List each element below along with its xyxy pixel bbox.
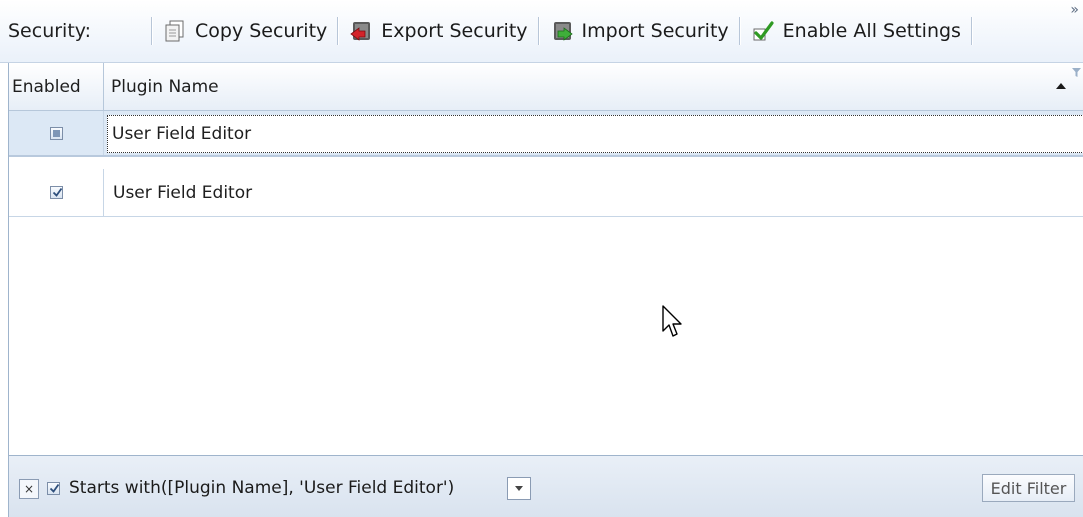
edit-filter-button[interactable]: Edit Filter [982, 474, 1075, 502]
enable-all-settings-button[interactable]: Enable All Settings [747, 15, 965, 47]
toolbar-separator [151, 17, 153, 45]
mouse-cursor-icon [662, 305, 682, 337]
chevron-down-icon [515, 486, 523, 491]
toolbar-separator [738, 17, 741, 45]
sort-ascending-icon [1056, 83, 1066, 89]
plugin-grid: Enabled Plugin Name User Field Editor Us… [8, 63, 1083, 455]
export-security-button[interactable]: Export Security [345, 15, 531, 47]
toolbar-separator [337, 17, 340, 45]
filter-enabled-cell[interactable] [9, 111, 104, 155]
copy-security-label: Copy Security [195, 20, 328, 42]
filter-plugin-name-input[interactable]: User Field Editor [107, 115, 1083, 153]
filter-panel: × Starts with([Plugin Name], 'User Field… [8, 455, 1083, 517]
security-plugin-panel: Security: Copy Security Export Security … [0, 0, 1083, 517]
import-icon [550, 19, 574, 43]
filter-enabled-checkbox[interactable] [49, 126, 63, 140]
row-enabled-cell[interactable] [9, 169, 104, 216]
column-header-plugin-name-label: Plugin Name [111, 77, 219, 97]
security-toolbar: Security: Copy Security Export Security … [0, 0, 1083, 63]
toolbar-label: Security: [8, 20, 92, 42]
table-row[interactable]: User Field Editor [9, 169, 1083, 217]
import-security-label: Import Security [581, 20, 729, 42]
filter-expression[interactable]: Starts with([Plugin Name], 'User Field E… [69, 478, 454, 498]
row-enabled-checkbox[interactable] [49, 186, 63, 199]
column-header-plugin-name[interactable]: Plugin Name [105, 63, 1083, 111]
copy-icon [163, 19, 187, 43]
copy-security-button[interactable]: Copy Security [159, 15, 331, 47]
checkmark-icon [751, 19, 775, 43]
import-security-button[interactable]: Import Security [546, 15, 733, 47]
toolbar-separator [970, 17, 973, 45]
column-header-enabled[interactable]: Enabled [9, 63, 104, 111]
toolbar-overflow-button[interactable]: » [1070, 2, 1078, 18]
filter-funnel-icon[interactable] [1072, 68, 1081, 77]
export-icon [349, 19, 373, 43]
export-security-label: Export Security [381, 20, 528, 42]
clear-filter-button[interactable]: × [19, 479, 39, 499]
enable-all-settings-label: Enable All Settings [782, 20, 961, 42]
filter-active-checkbox[interactable] [47, 482, 60, 495]
toolbar-separator [537, 17, 540, 45]
grid-header: Enabled Plugin Name [9, 63, 1083, 111]
auto-filter-row: User Field Editor [9, 111, 1083, 157]
row-plugin-name: User Field Editor [113, 182, 253, 203]
filter-mru-dropdown[interactable] [507, 477, 531, 500]
